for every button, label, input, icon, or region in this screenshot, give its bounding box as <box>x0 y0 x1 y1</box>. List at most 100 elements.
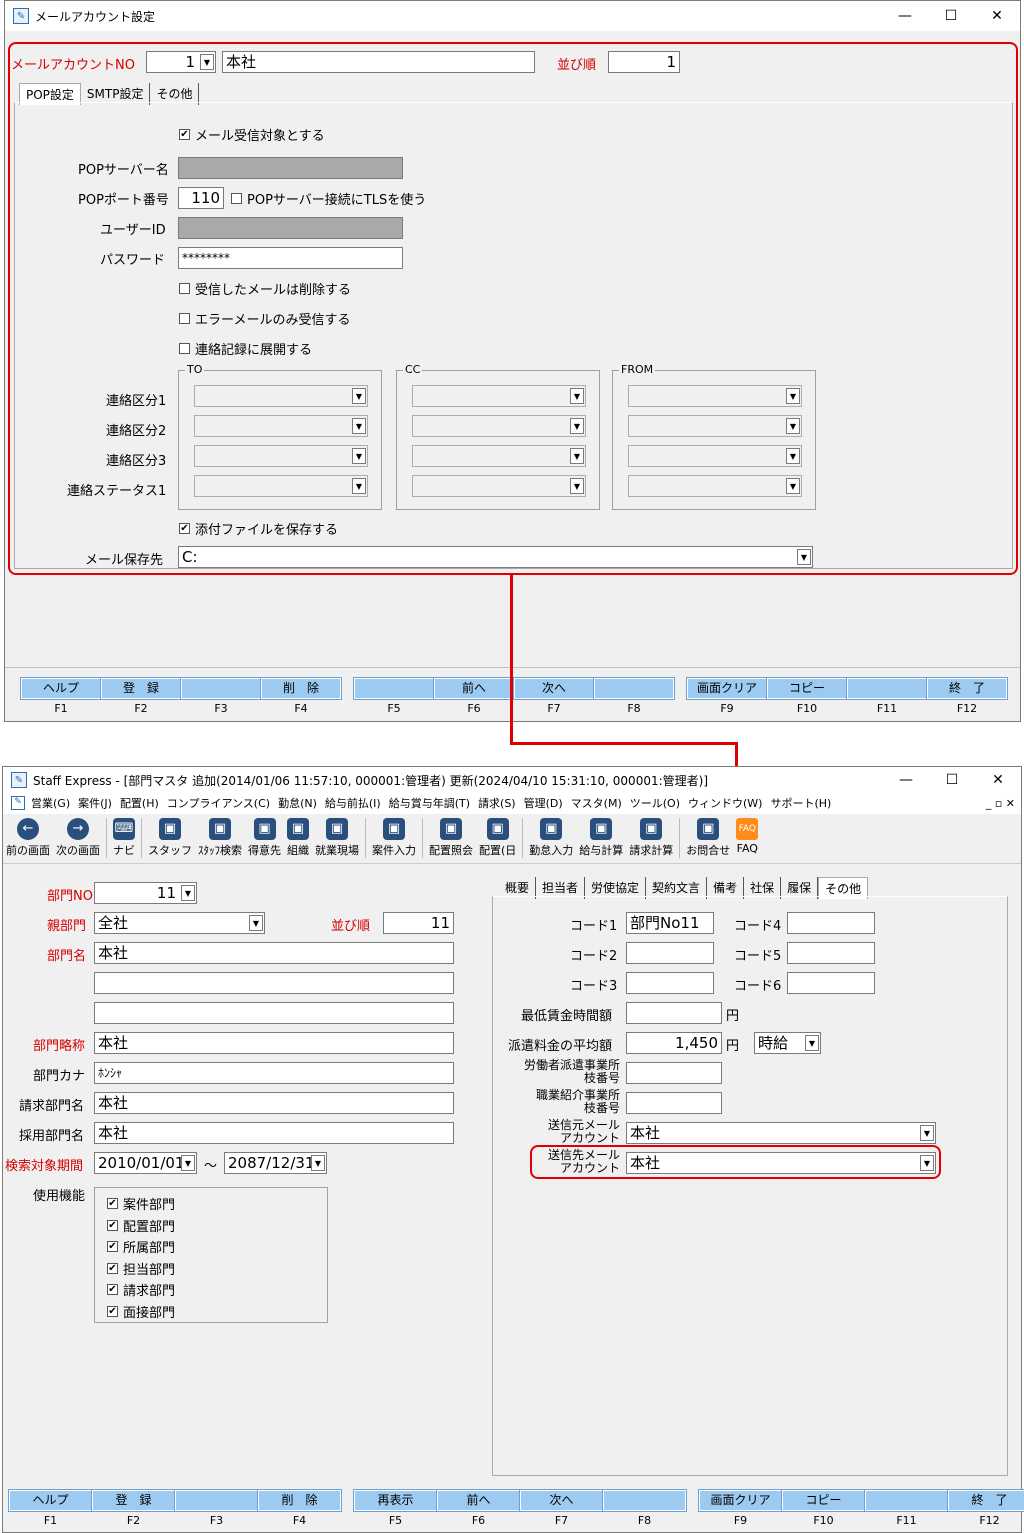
chevron-down-icon[interactable]: ▼ <box>181 1155 195 1171</box>
fkey-button-f4[interactable]: 削 除 <box>260 677 342 700</box>
toolbar-button-organization[interactable]: ▣ 組織 <box>284 814 312 858</box>
menu-item[interactable]: マスタ(M) <box>571 795 622 811</box>
fkey-button-f10[interactable]: コピー <box>781 1489 866 1512</box>
toolbar-button-back-arrow[interactable]: ← 前の画面 <box>3 814 53 858</box>
function-checkbox[interactable]: ✔ 所属部門 <box>107 1237 175 1256</box>
menu-item[interactable]: 案件(J) <box>78 795 112 811</box>
assignment-inquiry-icon: ▣ <box>440 818 462 840</box>
toolbar-button-staff-search[interactable]: ▣ ｽﾀｯﾌ検索 <box>195 814 245 858</box>
minimize-button[interactable]: — <box>882 8 928 24</box>
dept-kana-input[interactable]: ﾎﾝｼｬ <box>94 1062 454 1084</box>
function-checkbox[interactable]: ✔ 配置部門 <box>107 1216 175 1235</box>
chevron-down-icon[interactable]: ▼ <box>249 915 263 931</box>
code2-input[interactable] <box>626 942 714 964</box>
dept-name-input[interactable]: 本社 <box>94 942 454 964</box>
fkey-button-f12[interactable]: 終 了 <box>947 1489 1024 1512</box>
toolbar-button-faq[interactable]: FAQ FAQ <box>733 814 761 855</box>
parent-dept-select[interactable]: 全社 ▼ <box>94 912 265 934</box>
toolbar-button-keyboard[interactable]: ⌨ ナビ <box>110 814 138 858</box>
toolbar-button-inquiry[interactable]: ▣ お問合せ <box>683 814 733 858</box>
toolbar-button-payroll[interactable]: ▣ 給与計算 <box>576 814 626 858</box>
menu-item[interactable]: 配置(H) <box>120 795 159 811</box>
placement-branch-input[interactable] <box>626 1092 722 1114</box>
code1-input[interactable]: 部門No11 <box>626 912 714 934</box>
toolbar-button-forward-arrow[interactable]: → 次の画面 <box>53 814 103 858</box>
dispatch-branch-input[interactable] <box>626 1062 722 1084</box>
fkey-label: F12 <box>956 702 978 715</box>
dept-no-select[interactable]: 11 ▼ <box>94 882 197 904</box>
dept-name-input-3[interactable] <box>94 1002 454 1024</box>
fkey-button-f8[interactable] <box>602 1489 687 1512</box>
close-button[interactable]: ✕ <box>974 8 1020 24</box>
fkey-button-f1[interactable]: ヘルプ <box>8 1489 93 1512</box>
fkey-button-f3[interactable] <box>174 1489 259 1512</box>
code5-input[interactable] <box>787 942 875 964</box>
fkey-button-f5[interactable]: 再表示 <box>353 1489 438 1512</box>
toolbar-button-assignment-inquiry[interactable]: ▣ 配置照会 <box>426 814 476 858</box>
minimize-button[interactable]: — <box>883 772 929 788</box>
mdi-window-controls[interactable]: _ ▫ ✕ <box>986 797 1015 810</box>
menu-item[interactable]: サポート(H) <box>770 795 831 811</box>
fkey-button-f2[interactable]: 登 録 <box>91 1489 176 1512</box>
chevron-down-icon[interactable]: ▼ <box>920 1125 934 1141</box>
dept-name-input-2[interactable] <box>94 972 454 994</box>
menu-item[interactable]: ツール(O) <box>630 795 680 811</box>
fkey-button-f11[interactable] <box>846 677 928 700</box>
fkey-button-f7[interactable]: 次へ <box>519 1489 604 1512</box>
menu-item[interactable]: 給与賞与年調(T) <box>389 795 470 811</box>
function-checkbox[interactable]: ✔ 案件部門 <box>107 1194 175 1213</box>
chevron-down-icon[interactable]: ▼ <box>311 1155 325 1171</box>
maximize-button[interactable]: ☐ <box>928 8 974 24</box>
menu-item[interactable]: 勤怠(N) <box>278 795 317 811</box>
fkey-button-f6[interactable]: 前へ <box>433 677 515 700</box>
fkey-button-f3[interactable] <box>180 677 262 700</box>
function-checkbox[interactable]: ✔ 担当部門 <box>107 1259 175 1278</box>
billing-dept-input[interactable]: 本社 <box>94 1092 454 1114</box>
code3-input[interactable] <box>626 972 714 994</box>
toolbar-button-case-entry[interactable]: ▣ 案件入力 <box>369 814 419 858</box>
fkey-button-f6[interactable]: 前へ <box>436 1489 521 1512</box>
fkey-button-f2[interactable]: 登 録 <box>100 677 182 700</box>
menu-item[interactable]: ウィンドウ(W) <box>688 795 762 811</box>
fkey-button-f12[interactable]: 終 了 <box>926 677 1008 700</box>
menu-item[interactable]: 営業(G) <box>31 795 70 811</box>
fkey-button-f10[interactable]: コピー <box>766 677 848 700</box>
close-button[interactable]: ✕ <box>975 772 1021 788</box>
toolbar-label: 組織 <box>287 844 309 857</box>
min-wage-input[interactable] <box>626 1002 722 1024</box>
menu-item[interactable]: 管理(D) <box>524 795 563 811</box>
fkey-button-f7[interactable]: 次へ <box>513 677 595 700</box>
chevron-down-icon[interactable]: ▼ <box>805 1035 819 1051</box>
maximize-button[interactable]: ☐ <box>929 772 975 788</box>
period-to-select[interactable]: 2087/12/31 ▼ <box>224 1152 327 1174</box>
function-checkbox[interactable]: ✔ 請求部門 <box>107 1280 175 1299</box>
toolbar-button-staff[interactable]: ▣ スタッフ <box>145 814 195 858</box>
sort-input[interactable]: 11 <box>383 912 454 934</box>
menu-item[interactable]: 給与前払(I) <box>325 795 381 811</box>
chevron-down-icon[interactable]: ▼ <box>181 885 195 901</box>
fkey-button-f8[interactable] <box>593 677 675 700</box>
fkey-button-f9[interactable]: 画面クリア <box>698 1489 783 1512</box>
code6-input[interactable] <box>787 972 875 994</box>
toolbar-button-attendance[interactable]: ▣ 勤怠入力 <box>526 814 576 858</box>
period-from-select[interactable]: 2010/01/01 ▼ <box>94 1152 197 1174</box>
dept-short-input[interactable]: 本社 <box>94 1032 454 1054</box>
menu-item[interactable]: コンプライアンス(C) <box>167 795 270 811</box>
function-checkbox[interactable]: ✔ 面接部門 <box>107 1302 175 1321</box>
toolbar-button-billing[interactable]: ▣ 請求計算 <box>626 814 676 858</box>
fkey-button-f11[interactable] <box>864 1489 949 1512</box>
fkey-button-f5[interactable] <box>353 677 435 700</box>
fkey-button-f1[interactable]: ヘルプ <box>20 677 102 700</box>
avg-fee-input[interactable]: 1,450 <box>626 1032 722 1054</box>
fkey-button-f4[interactable]: 削 除 <box>257 1489 342 1512</box>
fkey-label: F8 <box>627 702 641 715</box>
toolbar-button-workplace[interactable]: ▣ 就業現場 <box>312 814 362 858</box>
toolbar-button-assignment-daily[interactable]: ▣ 配置(日 <box>476 814 519 858</box>
fee-unit-select[interactable]: 時給 ▼ <box>754 1032 821 1054</box>
code4-input[interactable] <box>787 912 875 934</box>
fkey-button-f9[interactable]: 画面クリア <box>686 677 768 700</box>
toolbar-button-client[interactable]: ▣ 得意先 <box>245 814 284 858</box>
menu-item[interactable]: 請求(S) <box>478 795 516 811</box>
sender-mail-select[interactable]: 本社 ▼ <box>626 1122 936 1144</box>
hiring-dept-input[interactable]: 本社 <box>94 1122 454 1144</box>
